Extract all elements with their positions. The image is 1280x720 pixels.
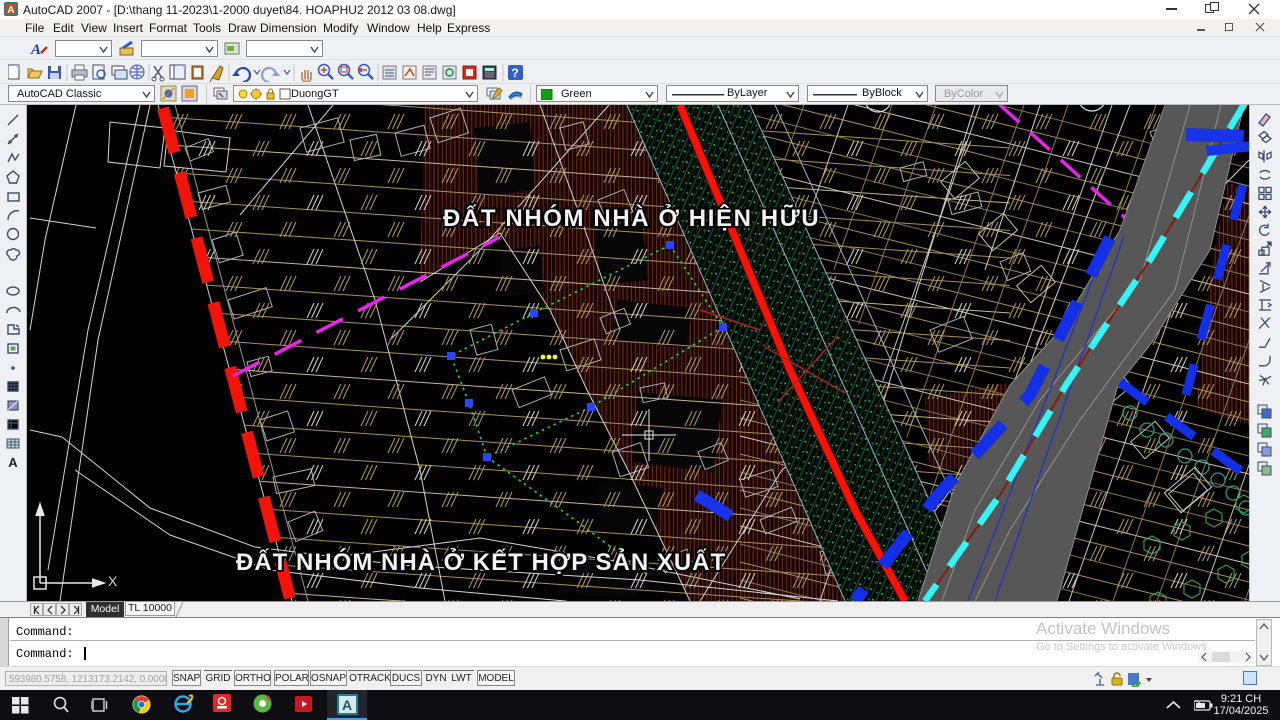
svg-text:X: X (108, 573, 118, 589)
svg-text:ĐẤT NHÓM NHÀ Ở KẾT HỢP SẢN XUẤ: ĐẤT NHÓM NHÀ Ở KẾT HỢP SẢN XUẤT (236, 547, 726, 576)
svg-text:A: A (8, 455, 18, 470)
svg-text:A: A (30, 42, 41, 58)
svg-text:?: ? (511, 66, 518, 80)
svg-text:A: A (342, 697, 352, 713)
svg-text:ĐẤT NHÓM NHÀ Ở HIỆN HỮU: ĐẤT NHÓM NHÀ Ở HIỆN HỮU (443, 203, 820, 232)
svg-text:A: A (7, 5, 14, 16)
